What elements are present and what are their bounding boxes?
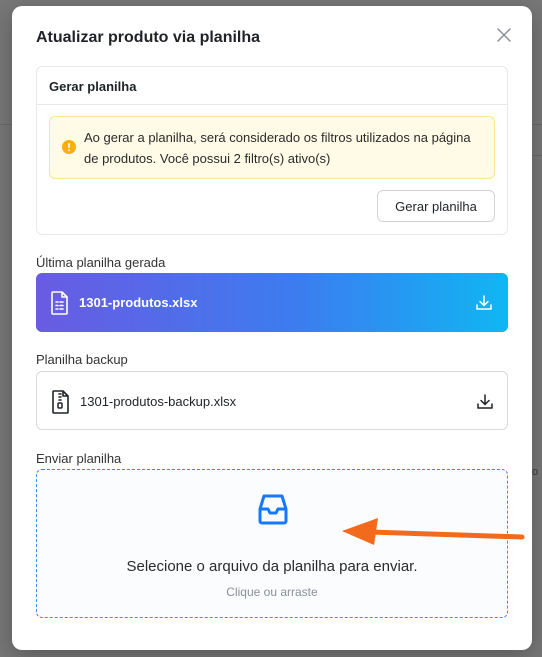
close-button[interactable] xyxy=(494,25,514,45)
spreadsheet-file-icon xyxy=(51,291,68,315)
latest-spreadsheet-file[interactable]: 1301-produtos.xlsx xyxy=(36,273,508,332)
backup-spreadsheet-file[interactable]: 1301-produtos-backup.xlsx xyxy=(36,371,508,430)
annotation-arrow xyxy=(342,518,525,545)
download-icon[interactable] xyxy=(475,392,495,412)
latest-file-name: 1301-produtos.xlsx xyxy=(79,295,198,310)
upload-spreadsheet-label: Enviar planilha xyxy=(36,451,122,466)
warning-icon xyxy=(62,140,76,154)
download-icon[interactable] xyxy=(474,293,494,313)
inbox-icon xyxy=(258,494,288,525)
backup-file-name: 1301-produtos-backup.xlsx xyxy=(80,394,237,409)
filters-warning-alert: Ao gerar a planilha, será considerado os… xyxy=(49,116,495,179)
generate-spreadsheet-button[interactable]: Gerar planilha xyxy=(377,190,495,222)
latest-spreadsheet-label: Última planilha gerada xyxy=(36,255,166,270)
upload-instruction: Selecione o arquivo da planilha para env… xyxy=(126,558,418,575)
archive-file-icon xyxy=(52,390,69,414)
upload-hint: Clique ou arraste xyxy=(226,585,318,599)
generate-spreadsheet-card: Gerar planilha Ao gerar a planilha, será… xyxy=(36,66,508,235)
alert-text: Ao gerar a planilha, será considerado os… xyxy=(84,130,471,166)
card-header: Gerar planilha xyxy=(37,67,507,105)
close-icon xyxy=(497,28,511,42)
background-text-fragment: o xyxy=(532,466,539,478)
backup-spreadsheet-label: Planilha backup xyxy=(36,352,128,367)
modal-title: Atualizar produto via planilha xyxy=(36,29,261,46)
update-product-modal: Atualizar produto via planilha Gerar pla… xyxy=(12,6,532,650)
